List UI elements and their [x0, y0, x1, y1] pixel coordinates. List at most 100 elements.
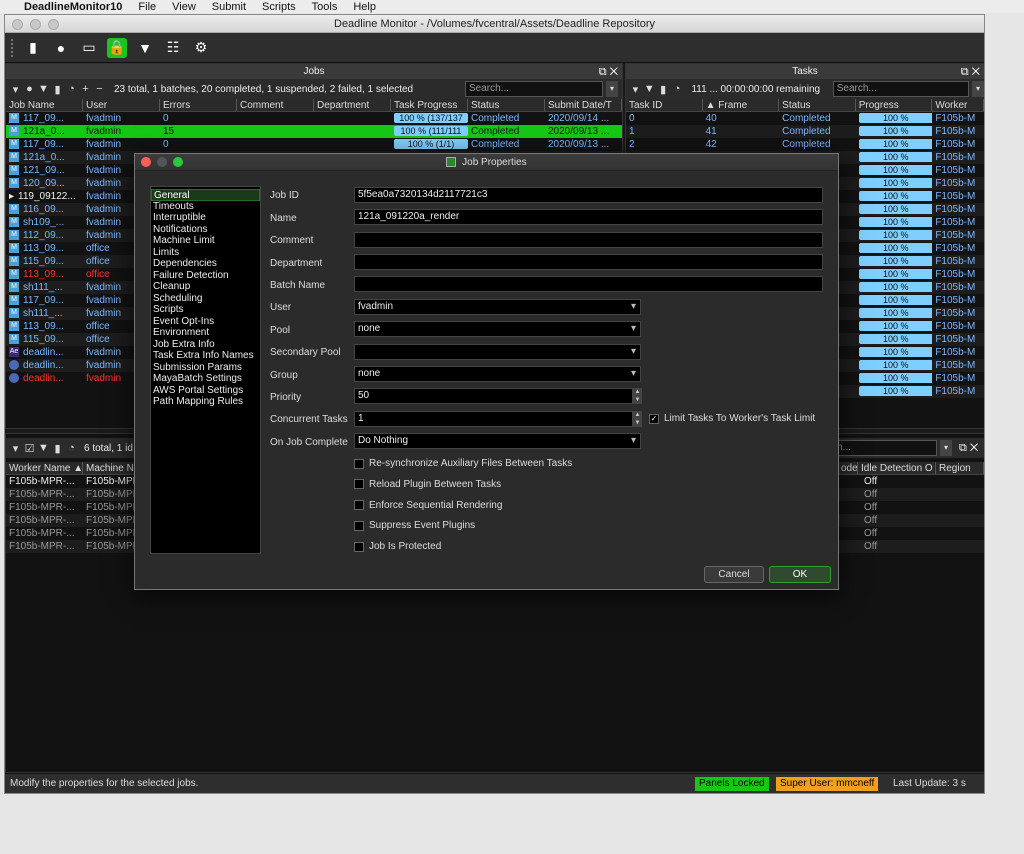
plus-icon[interactable]: +: [80, 83, 91, 95]
col-region[interactable]: Region: [936, 462, 984, 474]
menu-tools[interactable]: Tools: [312, 1, 338, 13]
limit-tasks-checkbox[interactable]: ✓ Limit Tasks To Worker's Task Limit: [649, 413, 815, 424]
bookmark-icon[interactable]: ▮: [658, 83, 669, 96]
category-item[interactable]: AWS Portal Settings: [151, 385, 260, 397]
col-comment[interactable]: Comment: [237, 99, 314, 111]
ok-button[interactable]: OK: [769, 566, 831, 583]
panels-locked-badge[interactable]: Panels Locked: [695, 777, 769, 791]
job-id-field[interactable]: 5f5ea0a7320134d2117721c3: [354, 187, 823, 203]
category-item[interactable]: General: [151, 189, 260, 201]
col-task-id[interactable]: Task ID: [626, 99, 703, 111]
filter-icon[interactable]: ▼: [38, 442, 49, 454]
user-filter-icon[interactable]: ●: [24, 83, 35, 95]
option-checkbox[interactable]: Job Is Protected: [354, 541, 441, 552]
bookmark-icon[interactable]: ▼: [135, 38, 155, 58]
priority-field[interactable]: 50: [354, 388, 633, 404]
gear-icon[interactable]: ⚙: [191, 38, 211, 58]
col-status[interactable]: Status: [779, 99, 856, 111]
minus-icon[interactable]: −: [94, 83, 105, 95]
on-job-complete-select[interactable]: Do Nothing: [354, 433, 641, 449]
user-select[interactable]: fvadmin: [354, 299, 641, 315]
bookmark-icon[interactable]: ▮: [52, 83, 63, 96]
menu-file[interactable]: File: [138, 1, 156, 13]
concurrent-tasks-field[interactable]: 1: [354, 411, 633, 427]
department-field[interactable]: [354, 254, 823, 270]
col-progress[interactable]: Progress: [856, 99, 933, 111]
pie-icon[interactable]: ◔: [66, 83, 77, 95]
job-row[interactable]: M 121a_0... fvadmin 15 100 % (111/111 Complet…: [6, 125, 622, 138]
option-checkbox[interactable]: Reload Plugin Between Tasks: [354, 479, 501, 490]
filter-icon[interactable]: ▼: [38, 83, 49, 95]
super-user-badge[interactable]: Super User: mmcneff: [776, 777, 879, 791]
category-item[interactable]: MayaBatch Settings: [151, 373, 260, 385]
option-checkbox[interactable]: Re-synchronize Auxiliary Files Between T…: [354, 458, 572, 469]
tasks-search-input[interactable]: Search...: [832, 81, 970, 97]
dropdown-icon[interactable]: ▾: [630, 83, 641, 96]
search-dropdown-icon[interactable]: ▾: [606, 81, 618, 97]
menu-scripts[interactable]: Scripts: [262, 1, 296, 13]
menu-submit[interactable]: Submit: [212, 1, 246, 13]
jobs-search-input[interactable]: Search...: [465, 81, 603, 97]
col-machine-name[interactable]: Machine Na: [83, 462, 138, 474]
category-item[interactable]: Scheduling: [151, 293, 260, 305]
pie-icon[interactable]: ◔: [672, 83, 683, 95]
category-item[interactable]: Interruptible: [151, 212, 260, 224]
category-item[interactable]: Machine Limit: [151, 235, 260, 247]
col-idle-detection[interactable]: Idle Detection O: [858, 462, 936, 474]
category-item[interactable]: Timeouts: [151, 201, 260, 213]
app-name[interactable]: DeadlineMonitor10: [24, 1, 122, 13]
category-item[interactable]: Notifications: [151, 224, 260, 236]
job-row[interactable]: M 117_09... fvadmin 0 100 % (1/1) Completed 20…: [6, 138, 622, 151]
col-worker[interactable]: Worker: [932, 99, 984, 111]
task-row[interactable]: 1 41 Completed 100 % F105b-M: [626, 125, 984, 138]
dialog-minimize-button[interactable]: [157, 157, 167, 167]
option-checkbox[interactable]: Suppress Event Plugins: [354, 520, 475, 531]
panel-float-close-icon[interactable]: ⧉ ✕: [961, 65, 980, 80]
pie-icon[interactable]: ◔: [66, 442, 77, 454]
col-submit-date[interactable]: Submit Date/T: [545, 99, 622, 111]
panel-float-close-icon[interactable]: ⧉ ✕: [959, 442, 978, 455]
category-item[interactable]: Limits: [151, 247, 260, 259]
group-select[interactable]: none: [354, 366, 641, 382]
category-item[interactable]: Task Extra Info Names: [151, 350, 260, 362]
search-dropdown-icon[interactable]: ▾: [940, 440, 952, 456]
dropdown-icon[interactable]: ▾: [10, 442, 21, 455]
col-department[interactable]: Department: [314, 99, 391, 111]
category-item[interactable]: Scripts: [151, 304, 260, 316]
checklist-icon[interactable]: ☑: [24, 442, 35, 455]
col-user[interactable]: User: [83, 99, 160, 111]
dropdown-icon[interactable]: ▾: [10, 83, 21, 96]
monitor-icon[interactable]: ▮: [23, 38, 43, 58]
dialog-zoom-button[interactable]: [173, 157, 183, 167]
menu-view[interactable]: View: [172, 1, 196, 13]
category-item[interactable]: Cleanup: [151, 281, 260, 293]
search-dropdown-icon[interactable]: ▾: [972, 81, 984, 97]
col-worker-name[interactable]: Worker Name ▲: [6, 462, 83, 474]
expand-arrow-icon[interactable]: ▸: [9, 191, 14, 202]
category-item[interactable]: Environment: [151, 327, 260, 339]
toolbar-grip[interactable]: [11, 38, 15, 57]
col-job-name[interactable]: Job Name: [6, 99, 83, 111]
category-item[interactable]: Job Extra Info: [151, 339, 260, 351]
col-frame[interactable]: ▲ Frame: [703, 99, 780, 111]
col-task-progress[interactable]: Task Progress: [391, 99, 468, 111]
dialog-close-button[interactable]: [141, 157, 151, 167]
zoom-window-button[interactable]: [48, 19, 59, 30]
settings-grid-icon[interactable]: ☷: [163, 38, 183, 58]
minimize-window-button[interactable]: [30, 19, 41, 30]
task-row[interactable]: 2 42 Completed 100 % F105b-M: [626, 138, 984, 151]
comment-field[interactable]: [354, 232, 823, 248]
category-item[interactable]: Submission Params: [151, 362, 260, 374]
close-window-button[interactable]: [12, 19, 23, 30]
concurrent-tasks-stepper[interactable]: ▲ ▼: [633, 411, 642, 427]
job-row[interactable]: M 117_09... fvadmin 0 100 % (137/137 Complete…: [6, 112, 622, 125]
col-mode[interactable]: ode: [838, 462, 858, 474]
category-item[interactable]: Failure Detection: [151, 270, 260, 282]
name-field[interactable]: 121a_091220a_render: [354, 209, 823, 225]
menu-help[interactable]: Help: [353, 1, 376, 13]
task-row[interactable]: 0 40 Completed 100 % F105b-M: [626, 112, 984, 125]
col-errors[interactable]: Errors: [160, 99, 237, 111]
category-item[interactable]: Dependencies: [151, 258, 260, 270]
pool-select[interactable]: none: [354, 321, 641, 337]
category-item[interactable]: Path Mapping Rules: [151, 396, 260, 408]
